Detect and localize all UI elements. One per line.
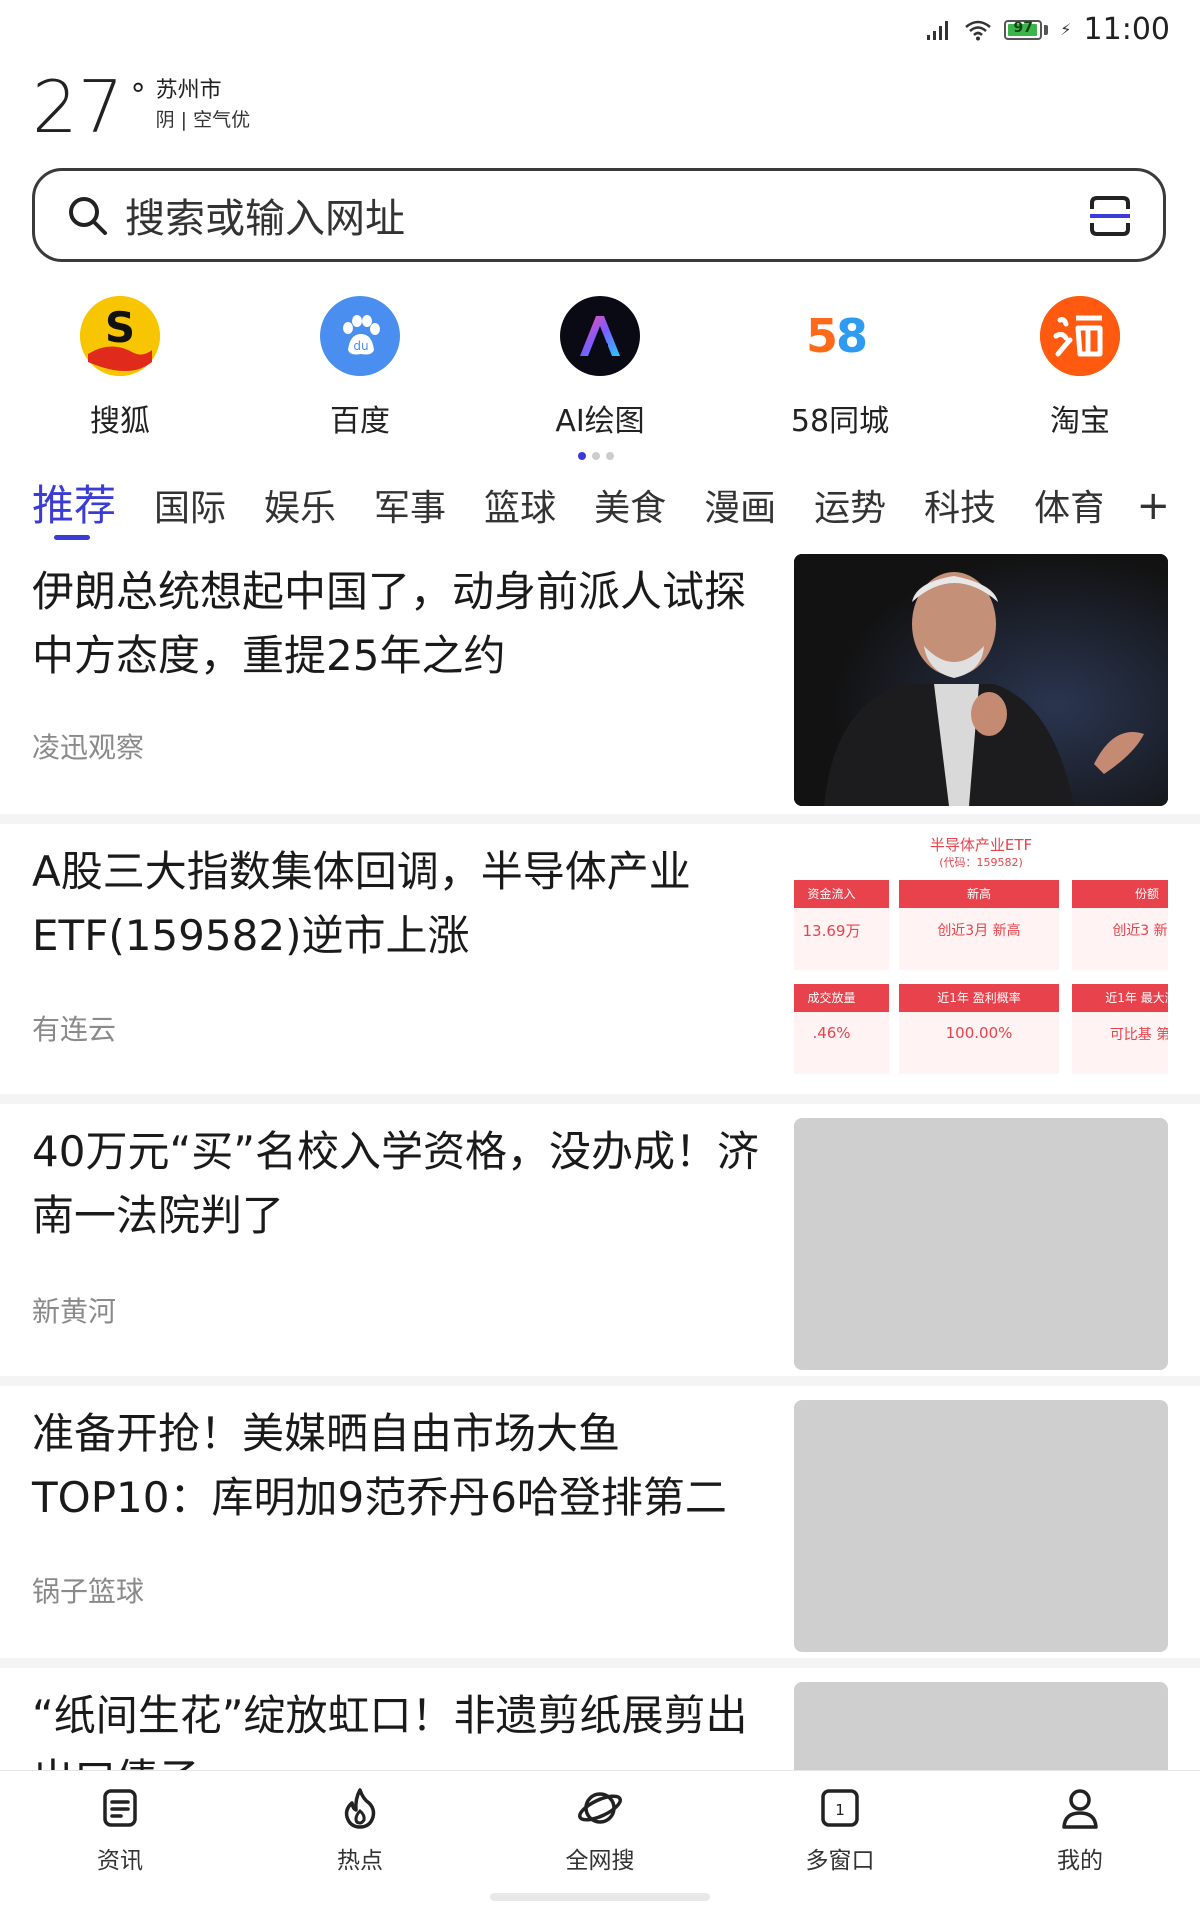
etf-cell: 近1年 盈利概率 100.00% — [899, 984, 1059, 1074]
svg-text:8: 8 — [836, 309, 868, 363]
news-thumbnail — [794, 554, 1168, 806]
home-indicator[interactable] — [490, 1893, 710, 1901]
search-bar[interactable]: 搜索或输入网址 — [32, 168, 1166, 262]
battery-level: 97 — [1013, 19, 1034, 36]
search-icon — [69, 197, 107, 235]
status-bar: 97 ⚡ 11:00 — [0, 0, 1200, 60]
page-indicator — [578, 452, 614, 460]
news-icon — [103, 1789, 137, 1827]
feed-divider — [0, 1376, 1200, 1386]
nav-label: 多窗口 — [805, 1848, 875, 1874]
58-logo-icon: 5 8 — [800, 296, 880, 376]
news-source: 新黄河 — [32, 1295, 117, 1328]
tab-fortune[interactable]: 运势 — [814, 481, 886, 548]
shortcut-label: 搜狐 — [90, 404, 150, 439]
etf-cell: 份额 创近3 新高 — [1072, 880, 1168, 970]
nav-windows[interactable]: 1 多窗口 — [770, 1785, 910, 1875]
search-input[interactable]: 搜索或输入网址 — [125, 186, 405, 244]
weather-condition: 阴 | 空气优 — [155, 109, 251, 131]
tab-comics[interactable]: 漫画 — [704, 481, 776, 548]
shortcut-sohu[interactable]: S 搜狐 — [40, 296, 200, 440]
tab-military[interactable]: 军事 — [374, 481, 446, 548]
add-channel-button[interactable]: + — [1136, 478, 1170, 534]
weather-widget[interactable]: 27 ° 苏州市 阴 | 空气优 — [32, 70, 250, 144]
etf-cell: 近1年 最大涨幅 可比基 第一 — [1072, 984, 1168, 1074]
feed-divider — [0, 814, 1200, 824]
ai-draw-logo-icon — [560, 296, 640, 376]
shortcut-grid: S 搜狐 du 百度 AI绘图 5 8 58同城 淘宝 — [0, 296, 1200, 446]
status-icons: 97 ⚡ 11:00 — [926, 12, 1170, 47]
news-card[interactable]: 准备开抢！美媒晒自由市场大鱼TOP10：库明加9范乔丹6哈登排第二 锅子篮球 — [0, 1394, 1200, 1656]
flame-icon — [344, 1788, 376, 1829]
shortcut-label: 58同城 — [790, 404, 890, 439]
scan-icon[interactable] — [1089, 195, 1131, 237]
news-title: 准备开抢！美媒晒自由市场大鱼TOP10：库明加9范乔丹6哈登排第二 — [32, 1409, 727, 1522]
news-card[interactable]: 伊朗总统想起中国了，动身前派人试探中方态度，重提25年之约 凌迅观察 — [0, 552, 1200, 814]
shortcut-label: 百度 — [330, 404, 390, 439]
news-thumbnail — [794, 1682, 1168, 1770]
news-card[interactable]: 40万元“买”名校入学资格，没办成！济南一法院判了 新黄河 — [0, 1112, 1200, 1374]
nav-profile[interactable]: 我的 — [1010, 1785, 1150, 1875]
news-source: 有连云 — [32, 1013, 117, 1046]
feed-divider — [0, 1658, 1200, 1668]
planet-icon — [578, 1792, 622, 1824]
city-name: 苏州市 — [155, 78, 222, 103]
etf-cell: 新高 创近3月 新高 — [899, 880, 1059, 970]
taobao-logo-icon — [1040, 296, 1120, 376]
temperature: 27 — [32, 65, 124, 149]
tab-basketball[interactable]: 篮球 — [484, 481, 556, 548]
shortcut-58[interactable]: 5 8 58同城 — [760, 296, 920, 440]
svg-text:1: 1 — [835, 1801, 845, 1819]
news-source: 锅子篮球 — [32, 1575, 145, 1608]
etf-cell: 资金流入 13.69万 — [794, 880, 889, 970]
nav-label: 我的 — [1057, 1848, 1103, 1874]
baidu-logo-icon: du — [320, 296, 400, 376]
signal-icon — [927, 20, 949, 40]
tab-food[interactable]: 美食 — [594, 481, 666, 548]
etf-cell: 成交放量 .46% — [794, 984, 889, 1074]
news-title: “纸间生花”绽放虹口！非遗剪纸展剪出出口倩子 — [32, 1691, 748, 1770]
nav-news[interactable]: 资讯 — [50, 1785, 190, 1875]
tab-sports[interactable]: 体育 — [1034, 481, 1102, 548]
shortcut-label: 淘宝 — [1050, 404, 1110, 439]
nav-label: 全网搜 — [565, 1848, 635, 1874]
sohu-logo-icon: S — [80, 296, 160, 376]
etf-heading: 半导体产业ETF — [929, 836, 1033, 854]
news-thumbnail — [794, 1400, 1168, 1652]
news-card[interactable]: “纸间生花”绽放虹口！非遗剪纸展剪出出口倩子 — [0, 1676, 1200, 1770]
svg-text:du: du — [353, 339, 368, 353]
degree-symbol: ° — [130, 78, 146, 113]
shortcut-ai-draw[interactable]: AI绘图 — [520, 296, 680, 440]
feed-divider — [0, 1094, 1200, 1104]
tab-recommend[interactable]: 推荐 — [32, 478, 116, 548]
news-title: A股三大指数集体回调，半导体产业ETF(159582)逆市上涨 — [32, 847, 691, 960]
news-title: 40万元“买”名校入学资格，没办成！济南一法院判了 — [32, 1127, 759, 1240]
nav-hot[interactable]: 热点 — [290, 1785, 430, 1875]
shortcut-label: AI绘图 — [555, 404, 645, 439]
windows-icon: 1 — [821, 1789, 859, 1827]
svg-text:5: 5 — [806, 309, 838, 363]
nav-search-all[interactable]: 全网搜 — [530, 1785, 670, 1875]
clock: 11:00 — [1083, 12, 1170, 47]
news-title: 伊朗总统想起中国了，动身前派人试探中方态度，重提25年之约 — [32, 567, 747, 680]
tab-international[interactable]: 国际 — [154, 481, 226, 548]
nav-label: 资讯 — [97, 1848, 143, 1874]
news-source: 凌迅观察 — [32, 731, 145, 764]
etf-grid: 资金流入 13.69万 新高 创近3月 新高 份额 创近3 新高 成交放量 .4… — [794, 880, 1168, 1080]
shortcut-baidu[interactable]: du 百度 — [280, 296, 440, 440]
charging-icon: ⚡ — [1060, 20, 1072, 39]
tab-tech[interactable]: 科技 — [924, 481, 996, 548]
etf-subheading: (代码：159582) — [939, 856, 1023, 869]
svg-text:S: S — [105, 303, 135, 352]
news-thumbnail-etf: 半导体产业ETF (代码：159582) 资金流入 13.69万 新高 创近3月… — [794, 832, 1168, 1084]
tab-entertainment[interactable]: 娱乐 — [264, 481, 336, 548]
nav-label: 热点 — [337, 1848, 383, 1874]
wifi-icon — [965, 20, 992, 40]
channel-tabs: 推荐 国际 娱乐 军事 篮球 美食 漫画 运势 科技 体育 — [32, 478, 1102, 548]
battery-icon: 97 — [1004, 19, 1049, 40]
news-thumbnail — [794, 1118, 1168, 1370]
profile-icon — [1062, 1789, 1098, 1829]
shortcut-taobao[interactable]: 淘宝 — [1000, 296, 1160, 440]
news-card[interactable]: A股三大指数集体回调，半导体产业ETF(159582)逆市上涨 有连云 半导体产… — [0, 832, 1200, 1094]
